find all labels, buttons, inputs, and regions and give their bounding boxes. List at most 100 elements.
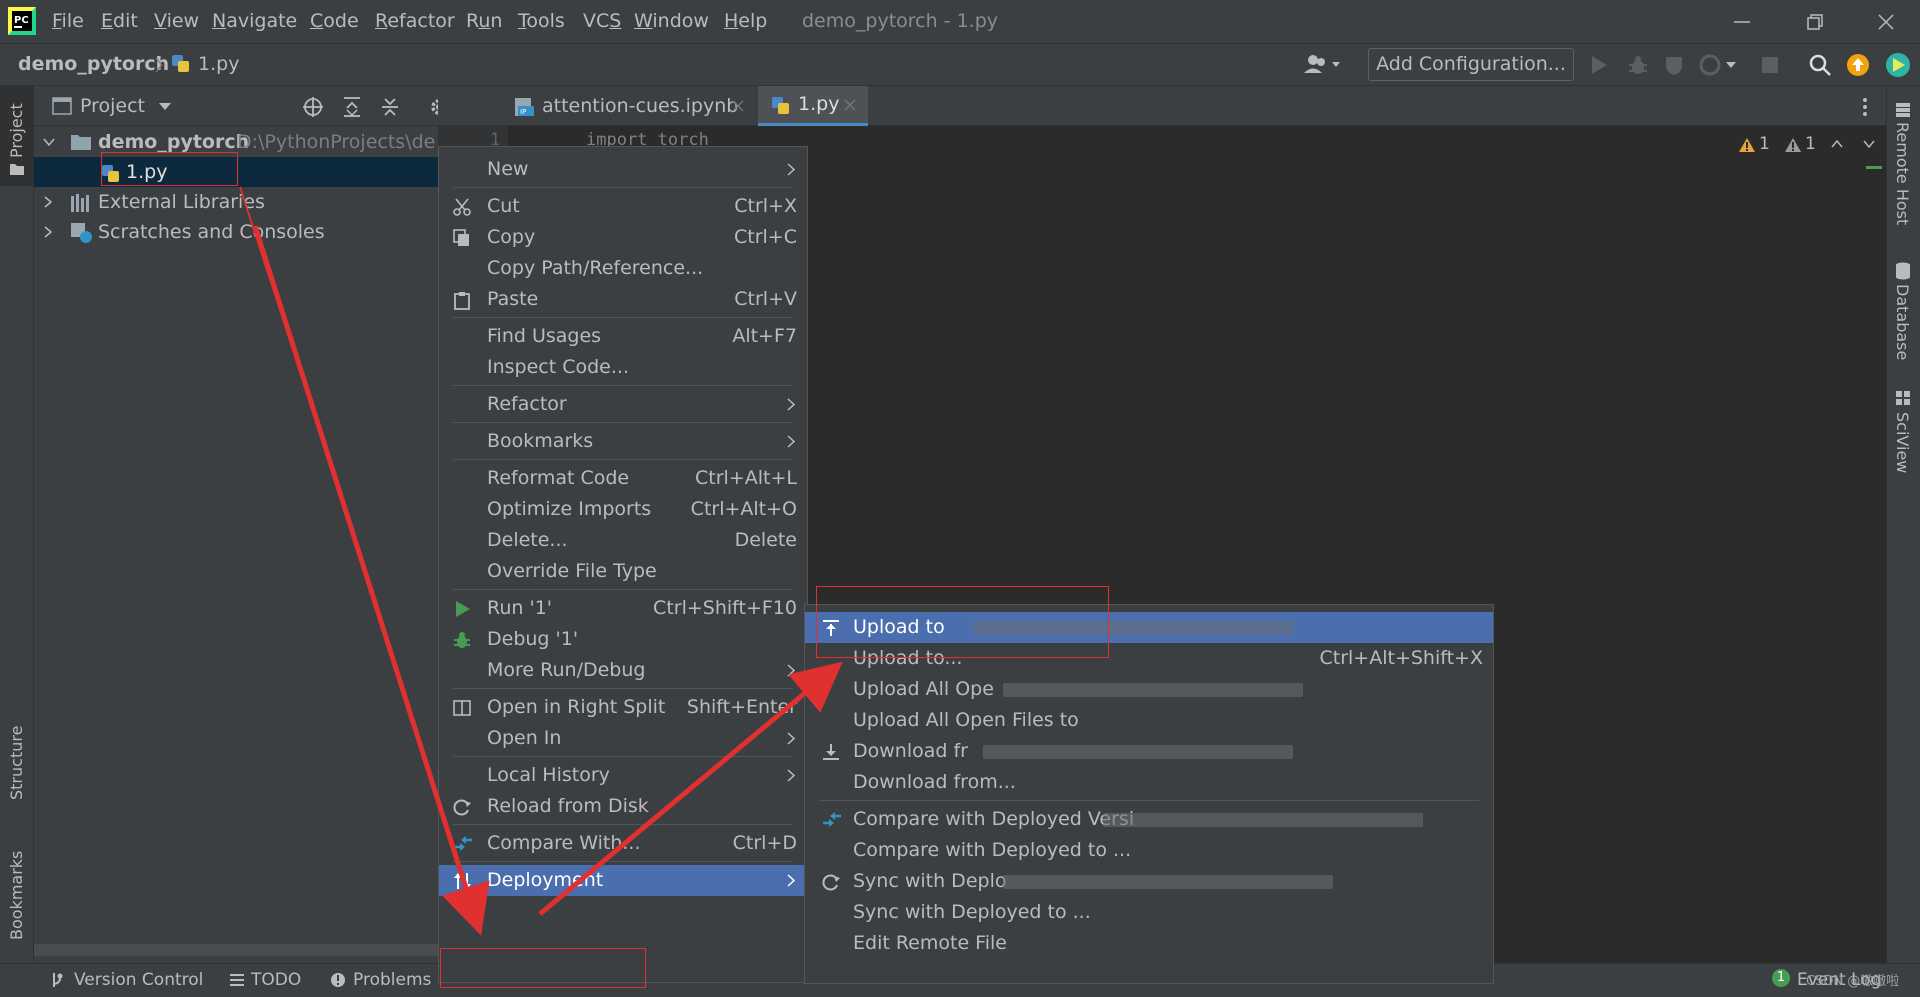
menu-item[interactable]: Help [724, 0, 767, 43]
update-icon[interactable] [1846, 53, 1870, 77]
redacted-text [1003, 683, 1303, 697]
menu-item[interactable]: Code [310, 0, 359, 43]
deployment-menu-item[interactable]: Download from... [805, 767, 1493, 798]
search-icon[interactable] [1808, 53, 1832, 77]
deployment-menu-item[interactable]: Compare with Deployed to ... [805, 835, 1493, 866]
context-menu-item[interactable]: Copy Path/Reference... [439, 253, 807, 284]
context-menu-item[interactable]: Delete... Delete [439, 525, 807, 556]
minimize-button[interactable] [1732, 12, 1752, 32]
deployment-icon [452, 871, 474, 891]
menu-item[interactable]: Edit [101, 0, 138, 43]
context-menu-item[interactable]: Debug '1' [439, 624, 807, 655]
locate-file-icon[interactable] [302, 96, 324, 118]
restore-button[interactable] [1805, 12, 1825, 32]
tab-1py-active[interactable]: 1.py [758, 86, 868, 126]
weak-warning-icon[interactable] [1784, 137, 1802, 153]
remote-host-tool-label[interactable]: Remote Host [1893, 122, 1912, 232]
menu-item[interactable]: Navigate [212, 0, 297, 43]
context-menu-label: Bookmarks [487, 430, 594, 452]
bookmarks-tool-label[interactable]: Bookmarks [7, 830, 26, 940]
chevron-right-icon[interactable] [42, 225, 54, 239]
close-tab-icon[interactable] [732, 100, 744, 112]
tree-row-external-libraries[interactable]: External Libraries [34, 187, 438, 217]
project-view-selector[interactable]: Project [80, 86, 145, 126]
context-menu-item[interactable]: Paste Ctrl+V [439, 284, 807, 315]
chevron-up-icon[interactable] [1830, 139, 1844, 149]
menu-separator [453, 385, 793, 386]
context-menu-item[interactable]: Open in Right Split Shift+Enter [439, 692, 807, 723]
deployment-menu-label: Download fr [853, 740, 968, 762]
split-icon [452, 698, 472, 718]
version-control-tab[interactable]: Version Control [74, 963, 203, 997]
menu-item[interactable]: File [52, 0, 84, 43]
sciview-tool-label[interactable]: SciView [1893, 412, 1912, 482]
context-menu-item[interactable]: Copy Ctrl+C [439, 222, 807, 253]
menu-item[interactable]: Tools [518, 0, 565, 43]
context-menu-item[interactable]: Inspect Code... [439, 352, 807, 383]
breadcrumb-file[interactable]: 1.py [198, 43, 239, 86]
deployment-menu-item[interactable]: Upload All Ope [805, 674, 1493, 705]
tree-row-scratches[interactable]: Scratches and Consoles [34, 217, 438, 247]
menu-item[interactable]: View [154, 0, 199, 43]
context-menu-item[interactable]: Optimize Imports Ctrl+Alt+O [439, 494, 807, 525]
menu-item[interactable]: VCS [583, 0, 621, 43]
collapse-all-icon[interactable] [380, 96, 400, 118]
context-menu-item[interactable]: Bookmarks [439, 426, 807, 457]
deployment-menu-item[interactable]: Edit Remote File [805, 928, 1493, 959]
context-menu-item[interactable]: Open In [439, 723, 807, 754]
menu-item[interactable]: Run [466, 0, 502, 43]
structure-tool-label[interactable]: Structure [7, 700, 26, 800]
run-icon [452, 599, 472, 619]
deployment-submenu: Upload to Upload to... Ctrl+Alt+Shift+X Upl… [804, 604, 1494, 984]
menu-item[interactable]: Refactor [375, 0, 455, 43]
user-account-icon[interactable] [1302, 52, 1344, 76]
context-menu-item[interactable]: Reload from Disk [439, 791, 807, 822]
add-configuration-button[interactable]: Add Configuration... [1368, 48, 1574, 81]
context-menu-item[interactable]: More Run/Debug [439, 655, 807, 686]
project-root-path: D:\PythonProjects\demo_pytorch [237, 131, 437, 153]
deployment-menu-label: Edit Remote File [853, 932, 1007, 954]
context-menu-item[interactable]: Override File Type [439, 556, 807, 587]
context-menu-item[interactable]: Find Usages Alt+F7 [439, 321, 807, 352]
context-menu-item[interactable]: Deployment [439, 865, 807, 896]
context-menu-item[interactable]: Run '1' Ctrl+Shift+F10 [439, 593, 807, 624]
chevron-right-icon[interactable] [42, 195, 54, 209]
context-menu-item[interactable]: Refactor [439, 389, 807, 420]
coverage-icon[interactable] [1662, 53, 1686, 77]
chevron-down-icon[interactable] [1862, 139, 1876, 149]
context-menu-item[interactable]: New [439, 154, 807, 185]
notebook-file-icon: IP [514, 97, 536, 117]
debug-icon[interactable] [1626, 53, 1650, 77]
database-tool-label[interactable]: Database [1893, 284, 1912, 374]
context-menu-item[interactable]: Compare With... Ctrl+D [439, 828, 807, 859]
deployment-menu-item[interactable]: Upload All Open Files to [805, 705, 1493, 736]
stop-icon[interactable] [1760, 55, 1780, 75]
jetbrains-ai-icon[interactable] [1884, 51, 1912, 79]
menu-item-text: N [212, 10, 227, 32]
run-icon[interactable] [1589, 54, 1609, 76]
deployment-menu-item[interactable]: Sync with Deplo [805, 866, 1493, 897]
more-options-icon[interactable] [1862, 97, 1868, 117]
context-menu-item[interactable]: Cut Ctrl+X [439, 191, 807, 222]
breadcrumb-project[interactable]: demo_pytorch [18, 43, 169, 86]
profile-icon[interactable] [1698, 53, 1740, 77]
context-menu-label: Find Usages [487, 325, 602, 347]
deployment-menu-item[interactable]: Compare with Deployed Versi [805, 804, 1493, 835]
problems-tab[interactable]: Problems [353, 963, 431, 997]
expand-all-icon[interactable] [342, 96, 362, 118]
tab-attention-cues[interactable]: IP attention-cues.ipynb [500, 86, 750, 126]
deployment-menu-item[interactable]: Download fr [805, 736, 1493, 767]
chevron-down-icon[interactable] [158, 101, 172, 111]
horizontal-scrollbar[interactable] [34, 944, 438, 956]
todo-tab[interactable]: TODO [251, 963, 301, 997]
context-menu-item[interactable]: Local History [439, 760, 807, 791]
deployment-menu-item[interactable]: Sync with Deployed to ... [805, 897, 1493, 928]
context-menu-label: Open In [487, 727, 562, 749]
warning-icon[interactable] [1738, 137, 1756, 153]
chevron-down-icon[interactable] [42, 136, 56, 148]
context-menu-item[interactable]: Reformat Code Ctrl+Alt+L [439, 463, 807, 494]
context-menu-label: Reformat Code [487, 467, 630, 489]
menu-item[interactable]: Window [634, 0, 709, 43]
close-window-button[interactable] [1876, 12, 1896, 32]
close-tab-icon[interactable] [844, 99, 856, 111]
